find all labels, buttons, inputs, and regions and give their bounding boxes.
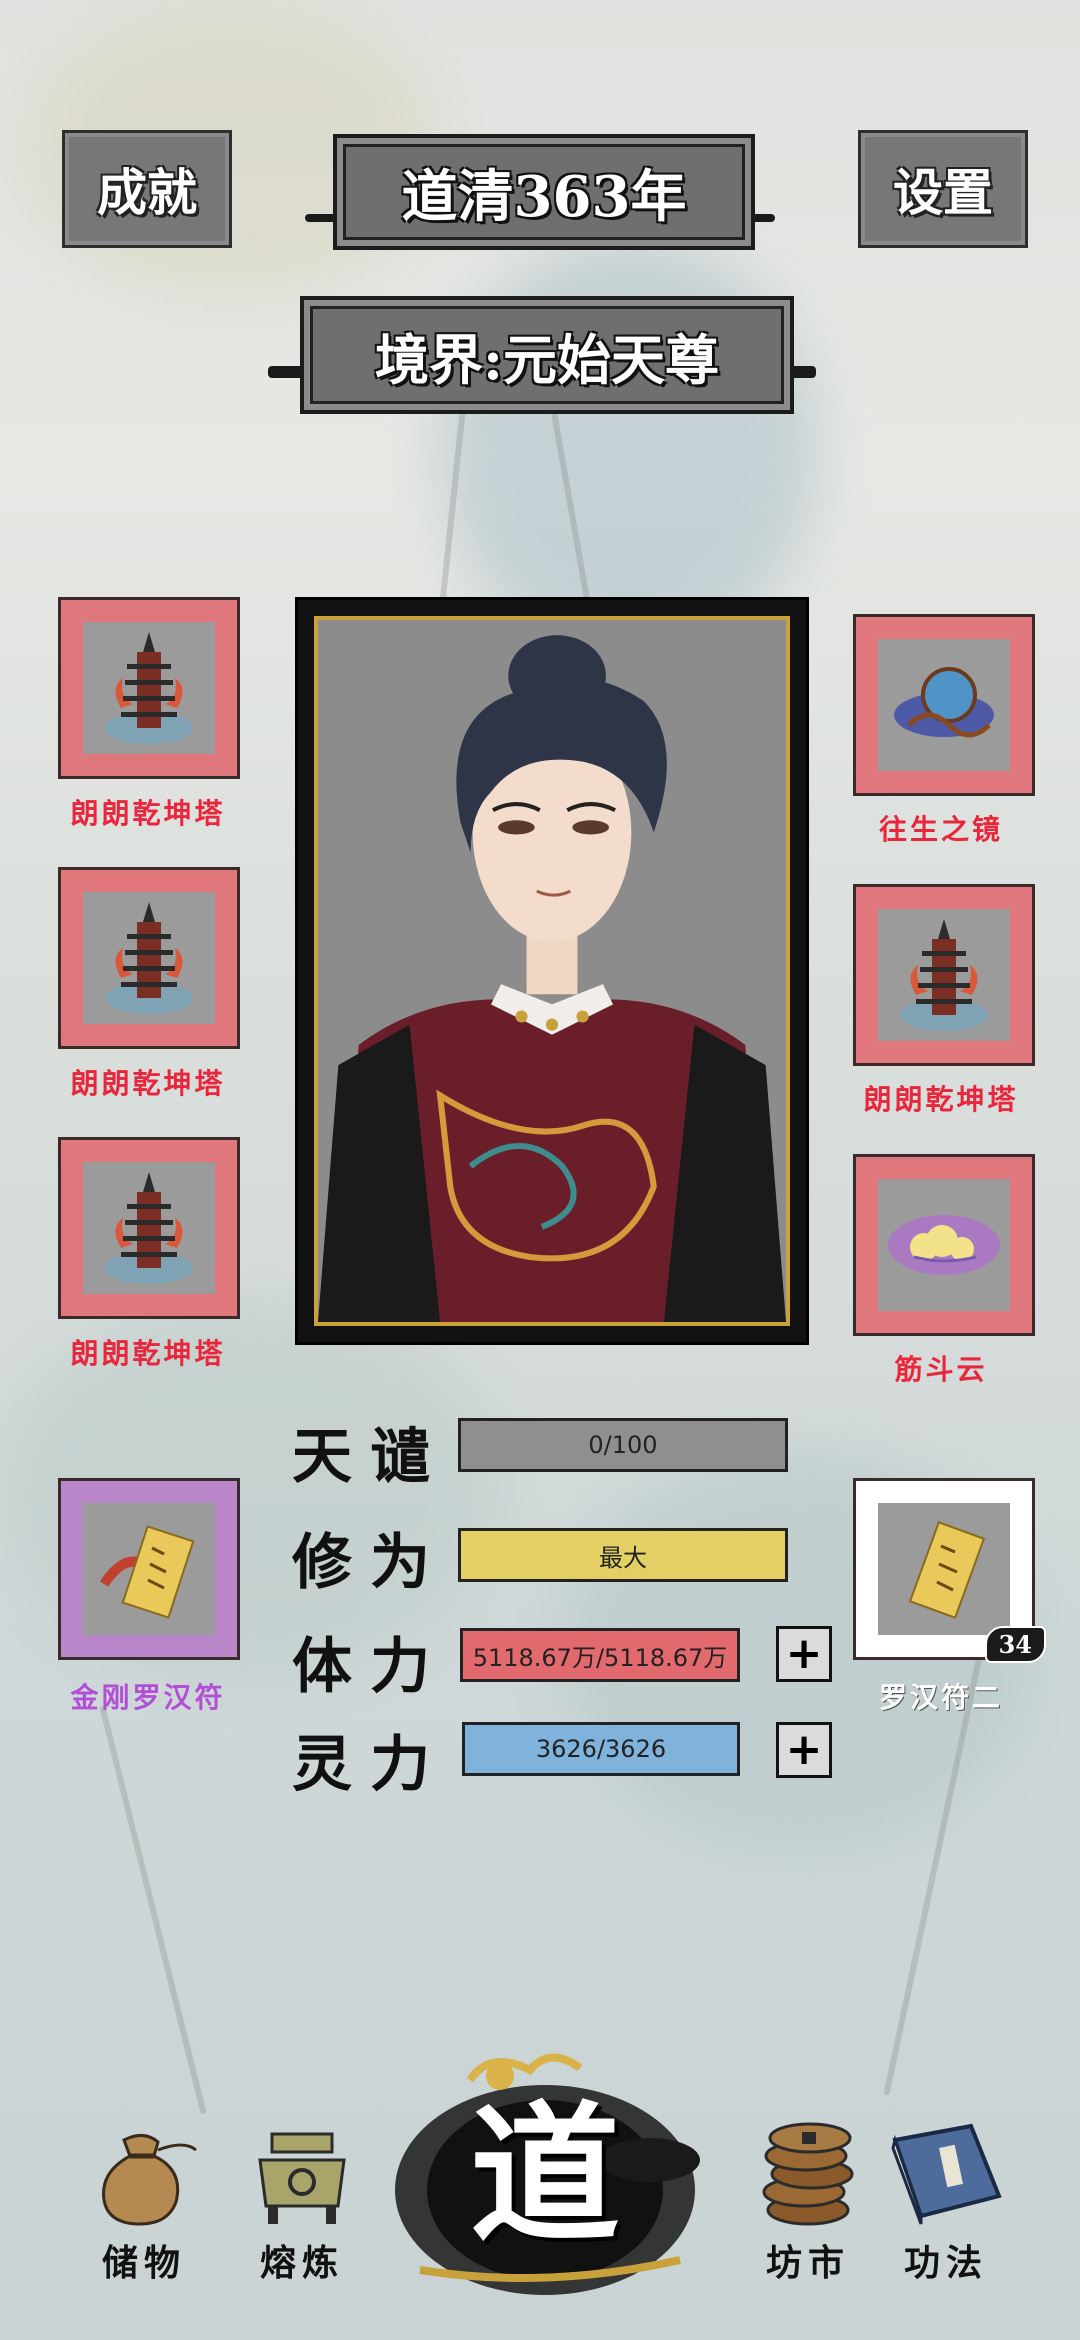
nav-refine-label: 熔炼 — [259, 2242, 344, 2284]
spirit-add-button[interactable]: + — [776, 1722, 832, 1778]
talisman-icon — [908, 1521, 986, 1619]
nav-skills-label: 功法 — [903, 2242, 988, 2284]
spirit-label: 灵力 — [292, 1730, 448, 1800]
nav-dao-button[interactable]: 道 — [380, 2040, 710, 2310]
coins-icon — [762, 2122, 854, 2226]
right-item-slot-3[interactable] — [853, 1154, 1035, 1336]
character-image — [318, 620, 786, 1322]
mirror-icon — [894, 667, 994, 738]
left-item-slot-3[interactable] — [58, 1137, 240, 1319]
stamina-label: 体力 — [292, 1632, 448, 1702]
right-talisman-slot[interactable]: 34 — [853, 1478, 1046, 1663]
year-label: 道清363年 — [401, 163, 687, 230]
settings-label: 设置 — [893, 163, 993, 222]
right-item-label-1: 往生之镜 — [878, 813, 1003, 846]
left-talisman-label: 金刚罗汉符 — [70, 1681, 226, 1714]
stamina-value: 5118.67万/5118.67万 — [472, 1643, 728, 1672]
slot-frame — [878, 639, 1010, 771]
portrait-gold-border — [314, 616, 790, 1326]
realm-label: 境界:元始天尊 — [375, 327, 719, 392]
right-item-slot-2[interactable] — [853, 884, 1035, 1066]
tribulation-value: 0/100 — [588, 1431, 658, 1459]
nav-market[interactable]: 坊市 — [738, 2110, 878, 2286]
item-count-badge: 34 — [984, 1626, 1046, 1663]
cultivation-bar: 最大 — [458, 1528, 788, 1582]
spirit-bar: 3626/3626 — [462, 1722, 740, 1776]
slot-frame — [83, 1162, 215, 1294]
left-item-label-2: 朗朗乾坤塔 — [70, 1067, 226, 1100]
character-portrait[interactable] — [295, 597, 809, 1345]
right-item-label-3: 筋斗云 — [894, 1353, 988, 1386]
left-talisman-slot[interactable] — [58, 1478, 240, 1660]
cauldron-icon — [258, 2132, 346, 2224]
pouch-icon — [102, 2134, 197, 2226]
right-talisman-label: 罗汉符二 — [878, 1681, 1003, 1714]
slot-frame — [878, 1179, 1010, 1311]
book-icon — [891, 2123, 1002, 2225]
nav-dao-label: 道 — [469, 2087, 620, 2263]
slot-frame — [878, 1503, 1010, 1635]
ink-branch — [99, 1705, 207, 2115]
nav-storage[interactable]: 储物 — [74, 2120, 214, 2286]
cultivation-value: 最大 — [599, 1543, 647, 1572]
spirit-value: 3626/3626 — [535, 1735, 667, 1763]
left-item-label-1: 朗朗乾坤塔 — [70, 797, 226, 830]
year-plaque: 道清363年 — [333, 134, 755, 250]
slot-frame — [83, 622, 215, 754]
pagoda-icon — [900, 919, 988, 1031]
achievements-label: 成就 — [97, 163, 197, 222]
tribulation-label: 天谴 — [292, 1422, 448, 1492]
achievements-button[interactable]: 成就 — [62, 130, 232, 248]
nav-market-label: 坊市 — [765, 2242, 850, 2284]
left-item-slot-1[interactable] — [58, 597, 240, 779]
cultivation-label: 修为 — [292, 1528, 448, 1598]
slot-frame — [878, 909, 1010, 1041]
pagoda-icon — [105, 902, 193, 1014]
left-item-slot-2[interactable] — [58, 867, 240, 1049]
right-item-label-2: 朗朗乾坤塔 — [863, 1083, 1019, 1116]
tribulation-bar: 0/100 — [458, 1418, 788, 1472]
left-item-label-3: 朗朗乾坤塔 — [70, 1337, 226, 1370]
nav-refine[interactable]: 熔炼 — [232, 2120, 372, 2286]
right-item-slot-1[interactable] — [853, 614, 1035, 796]
realm-plaque: 境界:元始天尊 — [300, 296, 794, 414]
pagoda-icon — [105, 1172, 193, 1284]
stamina-bar: 5118.67万/5118.67万 — [460, 1628, 740, 1682]
stamina-add-button[interactable]: + — [776, 1626, 832, 1682]
slot-frame — [83, 892, 215, 1024]
pagoda-icon — [105, 632, 193, 744]
cloud-icon — [888, 1215, 1000, 1275]
settings-button[interactable]: 设置 — [858, 130, 1028, 248]
nav-skills[interactable]: 功法 — [876, 2116, 1016, 2286]
nav-storage-label: 储物 — [101, 2242, 186, 2284]
slot-frame — [83, 1503, 215, 1635]
talisman-icon — [99, 1525, 195, 1619]
